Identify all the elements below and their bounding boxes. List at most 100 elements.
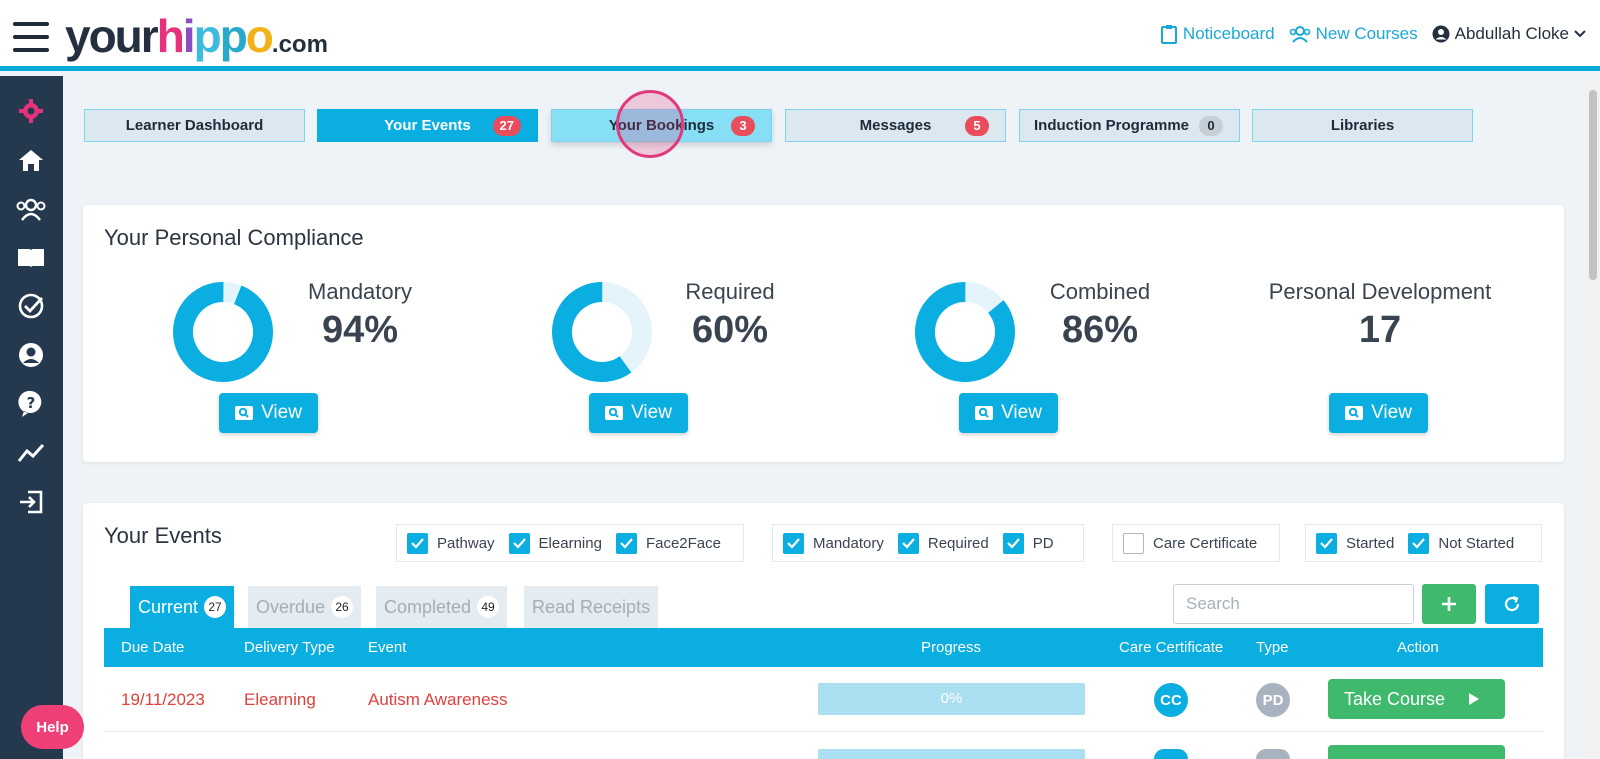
column-header: Event bbox=[368, 639, 407, 656]
tab-label: Your Events bbox=[384, 117, 471, 134]
tab-read-receipts[interactable]: Read Receipts bbox=[524, 586, 659, 628]
checkbox-label: Required bbox=[927, 534, 989, 552]
tab-completed[interactable]: Completed 49 bbox=[376, 586, 508, 628]
tab-label: Overdue bbox=[256, 596, 326, 617]
checkbox-check-icon bbox=[1408, 532, 1430, 554]
hamburger-menu-icon[interactable] bbox=[13, 22, 49, 52]
help-button[interactable]: Help bbox=[21, 705, 84, 749]
compliance-filter-group: Mandatory Required PD bbox=[772, 524, 1084, 562]
delivery-type-cell: Elearning bbox=[244, 690, 316, 709]
checkbox-check-icon bbox=[615, 532, 637, 554]
logo-text: your bbox=[65, 10, 159, 62]
users-icon[interactable] bbox=[16, 194, 46, 224]
required-view-button[interactable]: View bbox=[589, 393, 688, 433]
care-certificate-badge: CC bbox=[1154, 683, 1188, 717]
home-icon[interactable] bbox=[16, 145, 46, 175]
count-badge: 3 bbox=[731, 115, 755, 136]
elearning-checkbox[interactable]: Elearning bbox=[508, 532, 602, 554]
count-badge: 0 bbox=[1199, 115, 1223, 136]
pathway-checkbox[interactable]: Pathway bbox=[407, 532, 495, 554]
user-menu[interactable]: Abdullah Cloke bbox=[1432, 24, 1586, 44]
checkbox-label: Started bbox=[1346, 534, 1395, 552]
add-event-button[interactable] bbox=[1422, 584, 1476, 624]
new-courses-link[interactable]: New Courses bbox=[1289, 24, 1418, 44]
tab-your-events[interactable]: Your Events 27 bbox=[317, 109, 538, 142]
tab-your-bookings[interactable]: Your Bookings 3 bbox=[551, 109, 772, 142]
checkbox-empty-icon bbox=[1123, 532, 1144, 554]
mandatory-view-button[interactable]: View bbox=[219, 393, 318, 433]
checkbox-check-icon bbox=[407, 532, 428, 554]
book-icon[interactable] bbox=[16, 243, 46, 273]
user-circle-icon[interactable] bbox=[16, 340, 46, 370]
delivery-filter-group: Pathway Elearning Face2Face bbox=[396, 524, 744, 562]
checkbox-label: Care Certificate bbox=[1153, 534, 1258, 552]
view-label: View bbox=[1001, 402, 1042, 423]
started-checkbox[interactable]: Started bbox=[1316, 532, 1395, 554]
tab-label: Current bbox=[138, 596, 199, 617]
tab-learner-dashboard[interactable]: Learner Dashboard bbox=[84, 109, 305, 142]
noticeboard-link[interactable]: Noticeboard bbox=[1160, 24, 1275, 44]
checkbox-check-icon bbox=[508, 532, 530, 554]
logo[interactable]: yourhippo.com bbox=[65, 6, 328, 75]
tab-label: Messages bbox=[859, 117, 932, 134]
top-header: yourhippo.com Noticeboard New Courses Ab… bbox=[0, 0, 1600, 71]
table-row bbox=[104, 733, 1543, 759]
checkbox-check-icon bbox=[783, 532, 804, 554]
checkbox-label: PD bbox=[1032, 534, 1054, 552]
take-course-button[interactable] bbox=[1328, 745, 1505, 759]
tab-current[interactable]: Current 27 bbox=[130, 586, 235, 628]
mandatory-metric: Mandatory 94% bbox=[300, 279, 420, 352]
clipboard-icon bbox=[1160, 25, 1177, 44]
plus-icon bbox=[1442, 597, 1456, 611]
logo-text: .com bbox=[271, 31, 328, 58]
search-input[interactable] bbox=[1173, 584, 1414, 624]
metric-value: 17 bbox=[1358, 309, 1402, 351]
checkbox-label: Elearning bbox=[538, 534, 602, 552]
care-certificate-badge bbox=[1154, 749, 1188, 759]
tab-messages[interactable]: Messages 5 bbox=[785, 109, 1006, 142]
column-header: Progress bbox=[921, 639, 982, 656]
required-metric: Required 60% bbox=[670, 279, 790, 352]
header-links: Noticeboard New Courses Abdullah Cloke bbox=[1160, 24, 1586, 44]
mandatory-checkbox[interactable]: Mandatory bbox=[783, 532, 884, 554]
take-course-button[interactable]: Take Course bbox=[1328, 679, 1505, 719]
pd-checkbox[interactable]: PD bbox=[1002, 532, 1054, 554]
metric-label: Personal Development bbox=[1268, 279, 1492, 304]
required-checkbox[interactable]: Required bbox=[897, 532, 989, 554]
count-badge: 27 bbox=[492, 115, 521, 136]
tab-label: Read Receipts bbox=[532, 596, 651, 617]
personal-development-view-button[interactable]: View bbox=[1329, 393, 1428, 433]
compliance-title: Your Personal Compliance bbox=[104, 225, 364, 250]
gear-icon[interactable] bbox=[16, 96, 46, 126]
refresh-button[interactable] bbox=[1485, 584, 1539, 624]
scrollbar-thumb[interactable] bbox=[1589, 90, 1597, 280]
new-courses-label: New Courses bbox=[1315, 24, 1418, 43]
not-started-checkbox[interactable]: Not Started bbox=[1408, 532, 1514, 554]
combined-donut-chart bbox=[915, 282, 1015, 382]
logo-text: p bbox=[219, 10, 248, 62]
play-icon bbox=[1469, 693, 1480, 705]
scrollbar[interactable] bbox=[1586, 76, 1600, 759]
user-circle-icon bbox=[1432, 25, 1450, 43]
logo-text: o bbox=[245, 10, 274, 62]
search-image-icon bbox=[605, 406, 624, 420]
event-link[interactable]: Autism Awareness bbox=[368, 690, 508, 710]
tab-overdue[interactable]: Overdue 26 bbox=[248, 586, 362, 628]
mandatory-donut-chart bbox=[173, 282, 273, 382]
events-title: Your Events bbox=[104, 523, 222, 548]
tab-induction-programme[interactable]: Induction Programme 0 bbox=[1019, 109, 1240, 142]
face2face-checkbox[interactable]: Face2Face bbox=[615, 532, 721, 554]
question-icon[interactable]: ? bbox=[16, 389, 46, 419]
check-circle-icon[interactable] bbox=[16, 291, 46, 321]
checkbox-check-icon bbox=[1316, 532, 1337, 554]
progress-bar: 0% bbox=[818, 683, 1085, 715]
care-certificate-checkbox[interactable]: Care Certificate bbox=[1123, 532, 1258, 554]
search-image-icon bbox=[235, 406, 254, 420]
tab-libraries[interactable]: Libraries bbox=[1252, 109, 1473, 142]
logout-icon[interactable] bbox=[16, 487, 46, 517]
combined-view-button[interactable]: View bbox=[959, 393, 1058, 433]
type-badge: PD bbox=[1256, 683, 1290, 717]
help-label: Help bbox=[36, 718, 69, 736]
trend-icon[interactable] bbox=[16, 438, 46, 468]
logo-text: h bbox=[156, 10, 185, 62]
